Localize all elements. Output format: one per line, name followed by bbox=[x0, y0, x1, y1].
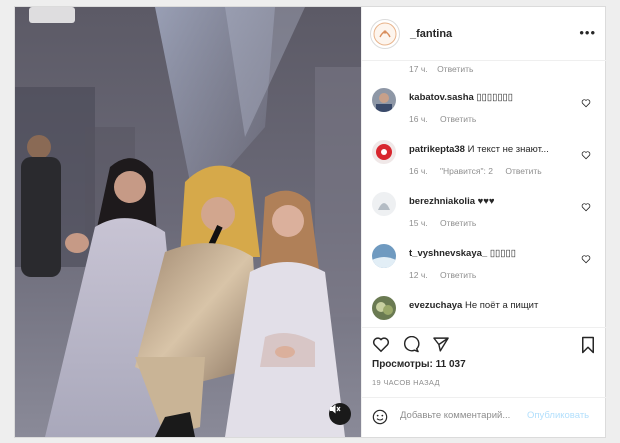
comment-time: 17 ч. bbox=[409, 64, 428, 74]
comment-avatar[interactable] bbox=[372, 244, 396, 268]
post-header: _fantina ••• bbox=[362, 7, 606, 61]
reply-link[interactable]: Ответить bbox=[440, 218, 476, 228]
previous-comment-meta: 17 ч. Ответить bbox=[409, 64, 473, 74]
comment-username[interactable]: kabatov.sasha bbox=[409, 92, 474, 103]
comment-icon[interactable] bbox=[402, 336, 420, 353]
comment-username[interactable]: berezhniakolia bbox=[409, 196, 475, 207]
comment-body: ♥♥♥ bbox=[477, 196, 495, 207]
post-dialog: _fantina ••• 17 ч. Ответить kabatov.sash… bbox=[14, 6, 607, 438]
heart-icon[interactable] bbox=[581, 98, 591, 108]
reply-link[interactable]: Ответить bbox=[505, 166, 541, 176]
comment-username[interactable]: t_vyshnevskaya_ bbox=[409, 248, 487, 259]
comment-text: patrikepta38 И текст не знают... bbox=[409, 144, 569, 155]
comment-meta: 15 ч. Ответить bbox=[409, 218, 486, 228]
post-timestamp: 19 ЧАСОВ НАЗАД bbox=[372, 378, 440, 387]
post-side-panel: _fantina ••• 17 ч. Ответить kabatov.sash… bbox=[361, 7, 607, 437]
comment-body: ▯▯▯▯▯▯▯ bbox=[476, 92, 514, 103]
brand-logo-icon bbox=[373, 22, 397, 45]
comment-meta: 16 ч. Ответить bbox=[409, 114, 486, 124]
reply-link[interactable]: Ответить bbox=[440, 114, 476, 124]
reply-link[interactable]: Ответить bbox=[440, 270, 476, 280]
comment-item: patrikepta38 И текст не знают... 16 ч. "… bbox=[362, 140, 607, 190]
heart-icon[interactable] bbox=[581, 202, 591, 212]
comment-body: ▯▯▯▯▯ bbox=[489, 248, 516, 259]
bookmark-icon[interactable] bbox=[580, 336, 596, 354]
comment-username[interactable]: evezuchaya bbox=[409, 300, 462, 311]
publish-button[interactable]: Опубликовать bbox=[527, 410, 589, 421]
comment-body: Не поёт а пищит bbox=[464, 300, 539, 311]
post-video[interactable] bbox=[15, 7, 361, 437]
video-frame-image bbox=[15, 7, 361, 437]
comment-meta: 12 ч. Ответить bbox=[409, 270, 486, 280]
comment-item: berezhniakolia ♥♥♥ 15 ч. Ответить bbox=[362, 192, 607, 242]
comment-time: 16 ч. bbox=[409, 114, 428, 124]
comment-text: berezhniakolia ♥♥♥ bbox=[409, 196, 569, 207]
add-comment-bar: Опубликовать bbox=[362, 397, 607, 437]
profile-avatar[interactable] bbox=[370, 18, 400, 49]
comment-text: evezuchaya Не поёт а пищит bbox=[409, 300, 569, 311]
comment-time: 12 ч. bbox=[409, 270, 428, 280]
comment-time: 15 ч. bbox=[409, 218, 428, 228]
comment-avatar[interactable] bbox=[372, 296, 396, 320]
comment-item: t_vyshnevskaya_ ▯▯▯▯▯ 12 ч. Ответить bbox=[362, 244, 607, 294]
comment-avatar[interactable] bbox=[372, 192, 396, 216]
comment-avatar[interactable] bbox=[372, 88, 396, 112]
comment-username[interactable]: patrikepta38 bbox=[409, 144, 465, 155]
comment-meta: 16 ч. "Нравится": 2 Ответить bbox=[409, 166, 552, 176]
post-username[interactable]: _fantina bbox=[410, 28, 452, 40]
emoji-icon[interactable] bbox=[372, 409, 388, 425]
mute-button[interactable] bbox=[329, 403, 351, 425]
comment-avatar[interactable] bbox=[372, 140, 396, 164]
likes-count[interactable]: "Нравится": 2 bbox=[440, 166, 493, 176]
comment-item: kabatov.sasha ▯▯▯▯▯▯▯ 16 ч. Ответить bbox=[362, 88, 607, 138]
share-icon[interactable] bbox=[432, 336, 450, 353]
speaker-muted-icon bbox=[330, 404, 341, 414]
comment-input[interactable] bbox=[400, 410, 520, 421]
heart-icon[interactable] bbox=[581, 150, 591, 160]
comment-body: И текст не знают... bbox=[467, 144, 549, 155]
heart-icon[interactable] bbox=[372, 336, 390, 353]
comment-time: 16 ч. bbox=[409, 166, 428, 176]
comments-list[interactable]: 17 ч. Ответить kabatov.sasha ▯▯▯▯▯▯▯ 16 … bbox=[362, 62, 607, 327]
post-actions-bar bbox=[362, 327, 607, 357]
comment-text: kabatov.sasha ▯▯▯▯▯▯▯ bbox=[409, 92, 569, 103]
comment-text: t_vyshnevskaya_ ▯▯▯▯▯ bbox=[409, 248, 569, 259]
more-options-icon[interactable]: ••• bbox=[579, 25, 596, 40]
heart-icon[interactable] bbox=[581, 254, 591, 264]
comment-item: evezuchaya Не поёт а пищит bbox=[362, 296, 607, 327]
reply-link[interactable]: Ответить bbox=[437, 64, 473, 74]
views-count[interactable]: Просмотры: 11 037 bbox=[372, 359, 466, 370]
